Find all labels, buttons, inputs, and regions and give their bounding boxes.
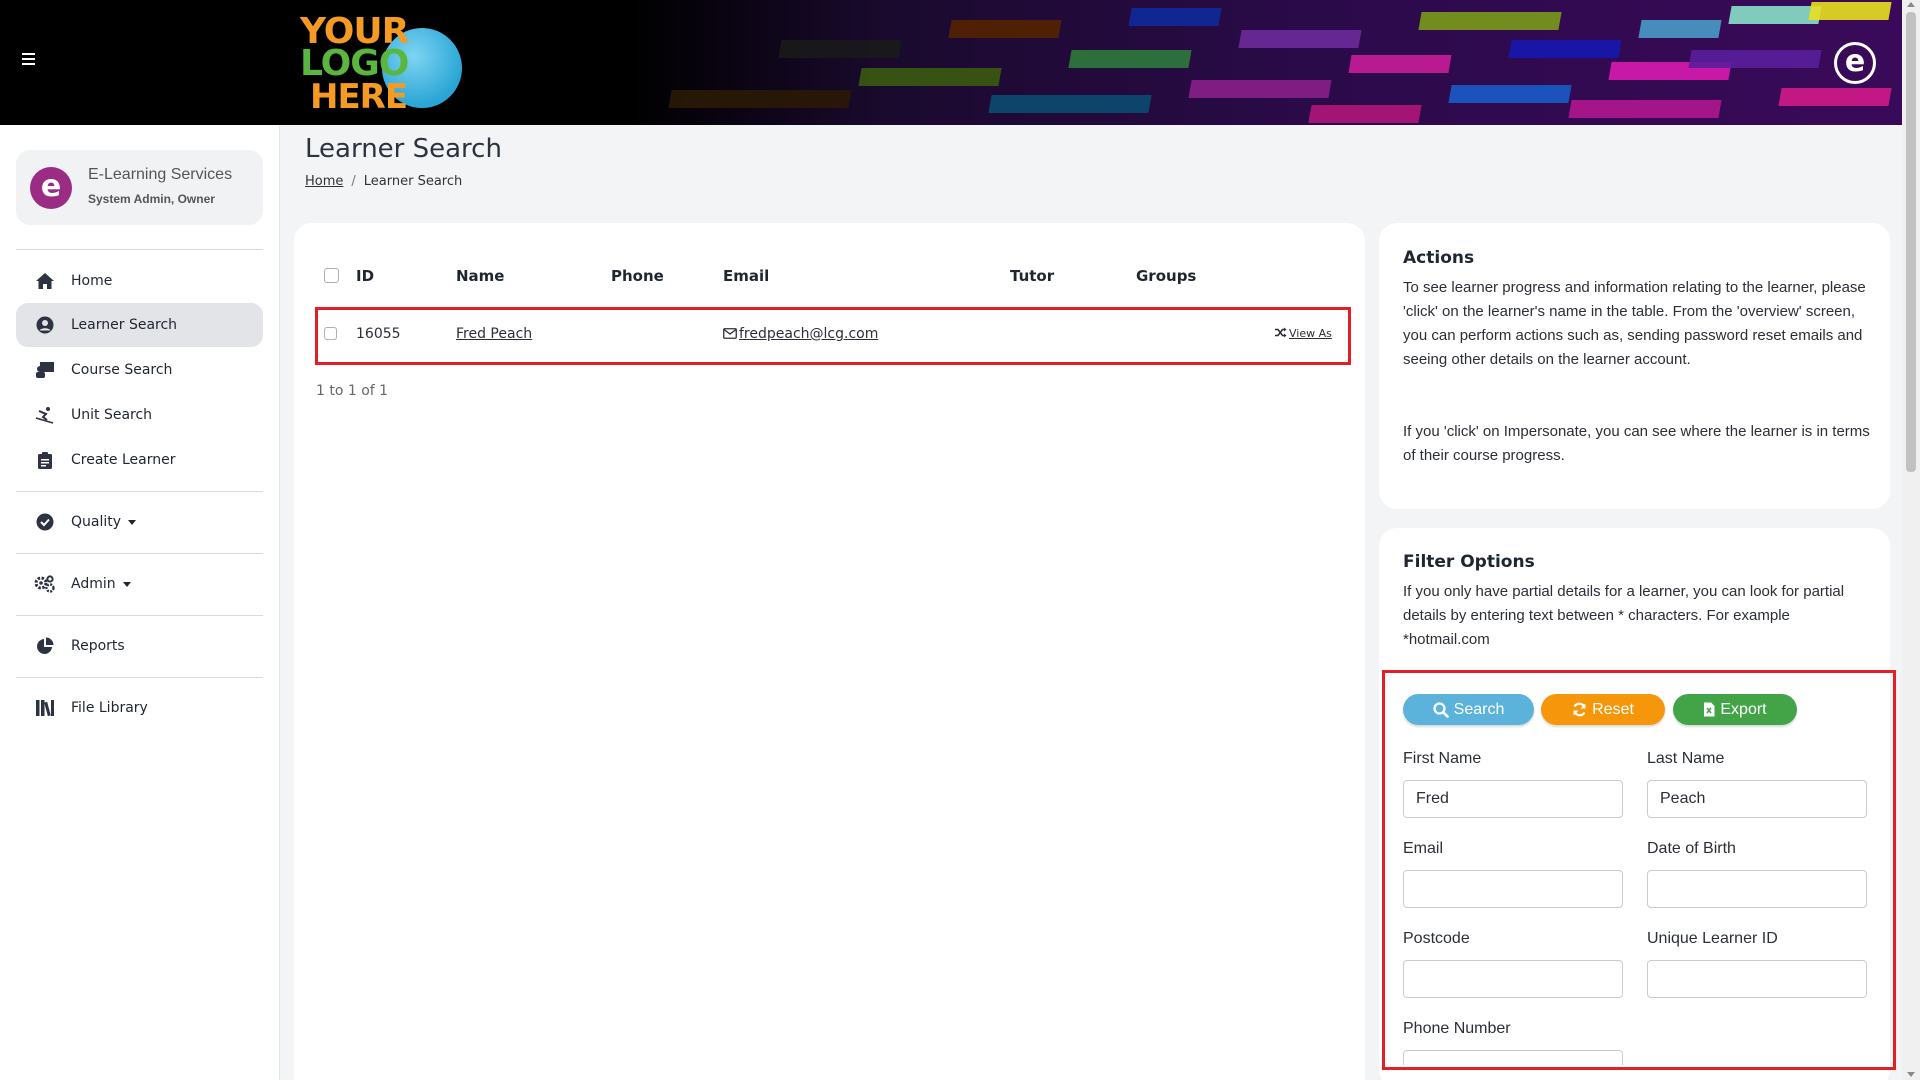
shuffle-icon — [1275, 327, 1287, 338]
reset-button[interactable]: Reset — [1541, 694, 1665, 725]
user-card[interactable]: e E-Learning Services System Admin, Owne… — [16, 150, 263, 225]
sidebar-divider — [16, 249, 263, 250]
sidebar-item-admin[interactable]: Admin — [16, 562, 263, 606]
view-as-action: View As — [1274, 327, 1332, 340]
envelope-icon — [723, 328, 737, 339]
pie-chart-icon — [34, 635, 56, 657]
clipboard-icon — [34, 449, 56, 471]
view-as-link[interactable]: View As — [1289, 327, 1332, 340]
select-all-checkbox[interactable] — [324, 268, 339, 283]
sidebar-item-label: Quality — [71, 514, 137, 530]
skiing-icon — [34, 404, 56, 426]
breadcrumb-home-link[interactable]: Home — [305, 174, 343, 189]
cell-email: fredpeach@lcg.com — [723, 326, 878, 342]
scroll-up-icon[interactable] — [1907, 2, 1915, 7]
cogs-icon — [34, 573, 56, 595]
email-label: Email — [1403, 840, 1444, 857]
search-button[interactable]: Search — [1403, 694, 1534, 725]
first-name-input[interactable] — [1403, 780, 1623, 818]
sidebar-divider — [16, 491, 263, 492]
breadcrumb: Home / Learner Search — [305, 174, 462, 189]
sidebar-item-course-search[interactable]: Course Search — [16, 348, 263, 392]
breadcrumb-separator: / — [351, 174, 356, 189]
organisation-name: E-Learning Services — [88, 166, 233, 183]
organisation-logo-icon: e — [30, 167, 72, 209]
date-of-birth-input[interactable] — [1647, 870, 1867, 908]
sidebar: e E-Learning Services System Admin, Owne… — [0, 125, 280, 1080]
user-circle-icon — [34, 314, 56, 336]
sidebar-item-learner-search[interactable]: Learner Search — [16, 303, 263, 347]
sidebar-item-file-library[interactable]: File Library — [16, 686, 263, 730]
postcode-input[interactable] — [1403, 960, 1623, 998]
cell-name: Fred Peach — [456, 326, 532, 342]
phone-number-clip — [1403, 1050, 1867, 1065]
top-header: YOUR LOGO HERE e — [0, 0, 1902, 125]
sidebar-item-label: Reports — [71, 638, 125, 654]
column-header-groups[interactable]: Groups — [1136, 267, 1196, 285]
caret-down-icon — [122, 581, 131, 587]
sidebar-item-label: Unit Search — [71, 407, 153, 423]
unique-learner-id-input[interactable] — [1647, 960, 1867, 998]
column-header-email[interactable]: Email — [723, 267, 769, 285]
sidebar-item-create-learner[interactable]: Create Learner — [16, 438, 263, 482]
pagination-info: 1 to 1 of 1 — [316, 383, 389, 399]
company-logo: YOUR LOGO HERE — [296, 12, 476, 114]
refresh-icon — [1573, 702, 1586, 717]
column-header-id[interactable]: ID — [356, 267, 374, 285]
column-header-phone[interactable]: Phone — [611, 267, 664, 285]
first-name-label: First Name — [1403, 750, 1482, 767]
column-header-name[interactable]: Name — [456, 267, 504, 285]
email-input[interactable] — [1403, 870, 1623, 908]
sidebar-item-label: Create Learner — [71, 452, 176, 468]
header-banner-image: e — [630, 0, 1902, 125]
filter-title: Filter Options — [1403, 552, 1535, 572]
learner-email-link[interactable]: fredpeach@lcg.com — [739, 326, 878, 342]
postcode-label: Postcode — [1403, 930, 1470, 947]
breadcrumb-current: Learner Search — [363, 174, 463, 189]
scroll-down-icon[interactable] — [1907, 1072, 1915, 1077]
sidebar-item-label: Admin — [71, 576, 131, 592]
actions-impersonate-text: If you 'click' on Impersonate, you can s… — [1403, 423, 1870, 464]
book-shelf-icon — [34, 697, 56, 719]
sidebar-item-quality[interactable]: Quality — [16, 500, 263, 544]
sidebar-item-unit-search[interactable]: Unit Search — [16, 393, 263, 437]
sidebar-divider — [16, 615, 263, 616]
phone-number-label: Phone Number — [1403, 1020, 1511, 1037]
column-header-tutor[interactable]: Tutor — [1010, 267, 1054, 285]
hamburger-menu-icon[interactable] — [18, 50, 40, 72]
cell-id: 16055 — [356, 326, 401, 342]
export-button[interactable]: Export — [1673, 694, 1797, 725]
sidebar-item-label: Learner Search — [71, 317, 178, 333]
sidebar-item-reports[interactable]: Reports — [16, 624, 263, 668]
last-name-input[interactable] — [1647, 780, 1867, 818]
row-checkbox[interactable] — [324, 327, 337, 340]
page-title: Learner Search — [305, 134, 502, 164]
page-scrollbar[interactable] — [1902, 0, 1920, 1080]
home-icon — [34, 270, 56, 292]
sidebar-item-label: Course Search — [71, 362, 173, 378]
file-export-icon — [1704, 702, 1715, 717]
actions-title: Actions — [1403, 248, 1475, 268]
filter-help-text: If you only have partial details for a l… — [1403, 583, 1845, 648]
date-of-birth-label: Date of Birth — [1647, 840, 1736, 857]
phone-number-input[interactable] — [1403, 1050, 1623, 1065]
sidebar-item-label: Home — [71, 273, 113, 289]
last-name-label: Last Name — [1647, 750, 1725, 767]
unique-learner-id-label: Unique Learner ID — [1647, 930, 1778, 947]
check-circle-icon — [34, 511, 56, 533]
sidebar-divider — [16, 553, 263, 554]
sidebar-divider — [16, 677, 263, 678]
scrollbar-thumb[interactable] — [1906, 12, 1916, 472]
actions-card: Actions To see learner progress and info… — [1379, 223, 1890, 509]
learner-name-link[interactable]: Fred Peach — [456, 326, 532, 342]
search-icon — [1433, 701, 1449, 718]
user-role: System Admin, Owner — [88, 192, 215, 206]
chalkboard-teacher-icon — [34, 359, 56, 381]
actions-help-text: To see learner progress and information … — [1403, 279, 1866, 368]
caret-down-icon — [128, 519, 137, 525]
brand-e-icon: e — [1834, 42, 1876, 84]
sidebar-item-label: File Library — [71, 700, 148, 716]
sidebar-item-home[interactable]: Home — [16, 259, 263, 303]
